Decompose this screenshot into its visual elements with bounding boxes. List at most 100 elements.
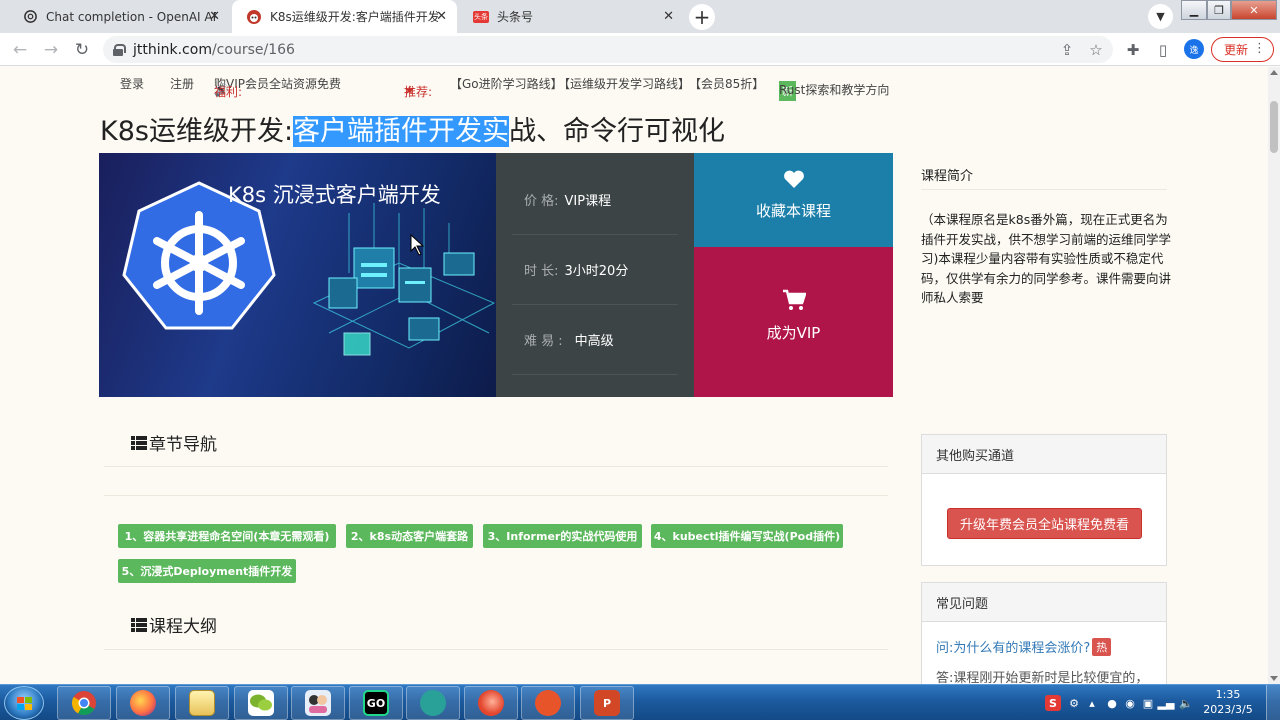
faq-answer: 答:课程刚开始更新时是比较便宜的， [936, 671, 1149, 684]
tab-openai[interactable]: Chat completion - OpenAI API ✕ [8, 0, 230, 33]
extensions-icon[interactable]: ✚ [1124, 41, 1142, 59]
taskbar-wechat[interactable] [234, 686, 288, 720]
price-row: 价 格: VIP课程 [512, 165, 678, 235]
ops-route-link[interactable]: 【运维级开发学习路线】 [558, 75, 690, 92]
purchase-heading: 其他购买通道 [922, 435, 1166, 474]
restore-button[interactable]: ❐ [1207, 0, 1231, 20]
new-tab-button[interactable]: + [689, 4, 715, 30]
start-button[interactable] [4, 686, 44, 720]
banner-title: K8s 沉浸式客户端开发 [228, 183, 441, 207]
faq-heading: 常见问题 [922, 583, 1166, 622]
purchase-panel: 其他购买通道 升级年费会员全站课程免费看 [921, 434, 1167, 566]
tab-title: 头条号 [497, 10, 534, 24]
star-icon[interactable]: ☆ [1087, 41, 1105, 59]
close-window-button[interactable]: ✕ [1231, 0, 1277, 20]
avatar[interactable]: 逸 [1184, 39, 1204, 59]
favorite-label: 收藏本课程 [755, 202, 831, 220]
chapter-5-button[interactable]: 5、沉浸式Deployment插件开发 [118, 559, 296, 583]
tray-network-icon[interactable]: ▣ [1140, 695, 1156, 711]
close-icon[interactable]: ✕ [436, 9, 447, 24]
faq-question-link[interactable]: 问:为什么有的课程会涨价? 热 [936, 637, 1112, 656]
windows-taskbar: GO P S ⚙ ▴ ● ◉ ▣ ▂▄ 🔈 1:35 2023/3/5 [0, 684, 1280, 720]
taskbar-explorer[interactable] [175, 686, 229, 720]
price-value: VIP课程 [564, 194, 612, 209]
cart-icon [783, 289, 806, 310]
tab-title: Chat completion - OpenAI API [46, 9, 216, 24]
chevron-down-icon[interactable]: ▼ [1148, 4, 1173, 29]
hot-badge: 热 [1092, 637, 1112, 656]
become-vip-button[interactable]: 成为VIP [694, 247, 893, 397]
wechat-icon [248, 690, 274, 716]
course-info-panel: 价 格: VIP课程 时 长: 3小时20分 难 易 : 中高级 [496, 153, 694, 397]
tray-arrow-icon[interactable]: ▴ [1084, 695, 1100, 711]
forward-arrow-icon[interactable]: → [40, 39, 62, 61]
chrome-icon [71, 690, 97, 716]
show-desktop-button[interactable] [1266, 685, 1280, 720]
tab-course[interactable]: K8s运维级开发:客户端插件开发实 ✕ [232, 0, 457, 33]
difficulty-row: 难 易 : 中高级 [512, 305, 678, 375]
update-label: 更新 [1224, 43, 1249, 57]
system-clock[interactable]: 1:35 2023/3/5 [1198, 687, 1258, 717]
list-icon [131, 435, 147, 451]
tray-app-icon[interactable]: ◉ [1122, 695, 1138, 711]
goland-icon: GO [363, 690, 389, 716]
taskbar-chat-app[interactable] [291, 686, 345, 720]
taskbar-chrome[interactable] [57, 686, 111, 720]
register-link[interactable]: 注册 [170, 75, 194, 92]
jtthink-icon [246, 9, 262, 25]
go-route-link[interactable]: 【Go进阶学习路线】 [450, 75, 563, 92]
chapter-4-button[interactable]: 4、kubectl插件编写实战(Pod插件) [651, 524, 843, 548]
folder-icon [189, 690, 215, 716]
reload-icon[interactable]: ↻ [71, 39, 93, 61]
chapter-1-button[interactable]: 1、容器共享进程命名空间(本章无需观看) [118, 524, 336, 548]
scrollbar-thumb[interactable] [1270, 101, 1278, 153]
login-link[interactable]: 登录 [120, 75, 144, 92]
more-icon[interactable]: ⋮ [1253, 41, 1266, 56]
url-text: jtthink.com/course/166 [133, 41, 295, 58]
share-icon[interactable]: ⇪ [1058, 41, 1076, 59]
scroll-down-icon[interactable] [1270, 676, 1278, 681]
tray-settings-icon[interactable]: ⚙ [1066, 695, 1082, 711]
taskbar-app-8[interactable] [464, 686, 518, 720]
course-banner-image: K8s 沉浸式客户端开发 [99, 153, 496, 397]
upgrade-button[interactable]: 升级年费会员全站课程免费看 [947, 508, 1142, 539]
taskbar-powerpoint[interactable]: P [580, 686, 634, 720]
update-button[interactable]: 更新 ⋮ [1211, 37, 1274, 62]
signal-icon[interactable]: ▂▄ [1158, 695, 1175, 711]
intro-heading: 课程简介 [921, 169, 974, 184]
favorite-course-button[interactable]: 收藏本课程 [694, 153, 893, 247]
back-arrow-icon[interactable]: ← [9, 39, 31, 61]
taskbar-app-9[interactable] [521, 686, 575, 720]
divider [104, 495, 888, 496]
scroll-up-icon[interactable] [1270, 70, 1278, 75]
chapters-heading: 章节导航 [131, 430, 217, 455]
system-tray: S ⚙ ▴ ● ◉ ▣ ▂▄ 🔈 [1040, 685, 1220, 720]
outline-heading: 课程大纲 [131, 612, 217, 637]
tab-toutiao[interactable]: 头条 头条号 ✕ [459, 0, 684, 33]
volume-icon[interactable]: 🔈 [1178, 695, 1194, 711]
tab-title: K8s运维级开发:客户端插件开发实 [270, 10, 438, 24]
close-icon[interactable]: ✕ [209, 9, 220, 24]
taskbar-app-7[interactable] [406, 686, 460, 720]
chapter-2-button[interactable]: 2、k8s动态客户端套路 [346, 524, 473, 548]
taskbar-firefox[interactable] [116, 686, 170, 720]
minimize-button[interactable]: ▁ [1181, 0, 1207, 20]
feather-icon [535, 690, 561, 716]
ime-icon[interactable]: S [1045, 695, 1061, 711]
welfare-link[interactable]: 🔊 福利: 购VIP会员全站资源免费 [214, 75, 341, 99]
taskbar-goland[interactable]: GO [349, 686, 403, 720]
qq-icon[interactable]: ● [1104, 695, 1120, 711]
side-panel-icon[interactable]: ▯ [1154, 41, 1172, 59]
firefox-icon [130, 690, 156, 716]
page-scrollbar[interactable] [1268, 67, 1280, 684]
vip-label: 成为VIP [766, 324, 821, 342]
address-bar[interactable]: jtthink.com/course/166 [103, 36, 1113, 63]
vip-discount-link[interactable]: 【会员85折】 [689, 75, 764, 92]
close-icon[interactable]: ✕ [663, 9, 674, 24]
faq-panel: 常见问题 问:为什么有的课程会涨价? 热 答:课程刚开始更新时是比较便宜的， [921, 582, 1167, 684]
page-title: K8s运维级开发:客户端插件开发实战、命令行可视化 [100, 116, 726, 147]
selected-text[interactable]: 客户端插件开发实 [293, 116, 510, 147]
people-icon [305, 690, 331, 716]
duration-value: 3小时20分 [564, 264, 629, 279]
chapter-3-button[interactable]: 3、Informer的实战代码使用 [483, 524, 642, 548]
